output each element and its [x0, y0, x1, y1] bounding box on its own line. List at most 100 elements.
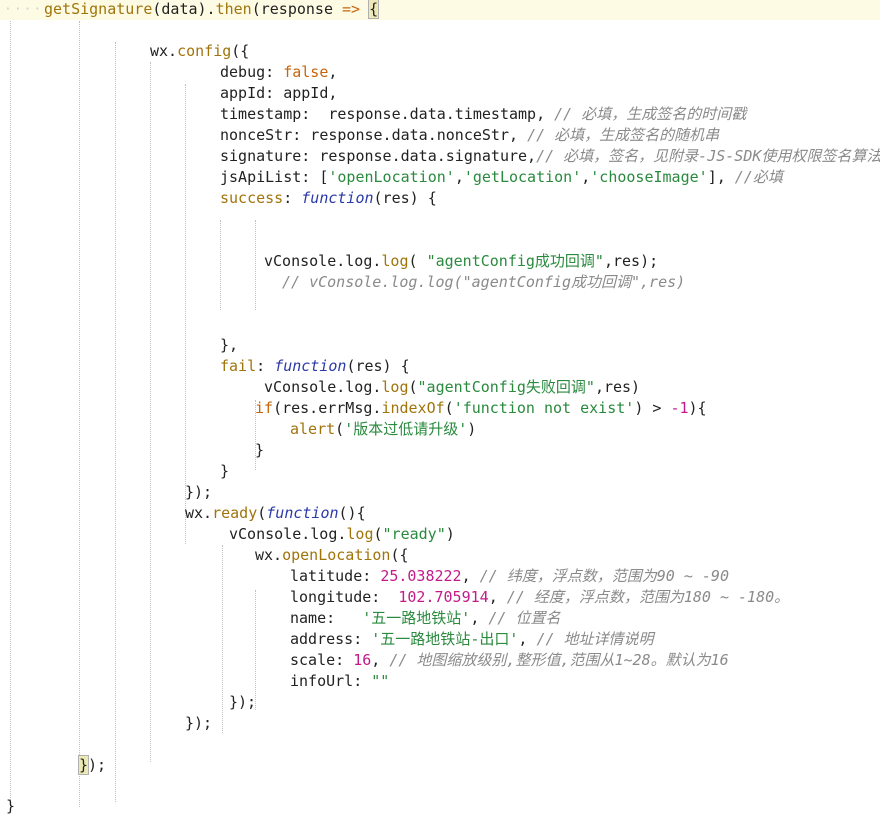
code-line[interactable]: scale: 16, // 地图缩放级别,整形值,范围从1~28。默认为16 [0, 650, 880, 671]
code-line[interactable]: } [0, 461, 880, 482]
code-token: vConsole.log. [264, 252, 382, 270]
code-text: name: '五一路地铁站', // 位置名 [290, 608, 560, 629]
code-token: : [371, 588, 399, 606]
comment-token: // 地图缩放级别,整形值,范围从1~28。默认为16 [389, 651, 729, 669]
code-line[interactable]: jsApiList: ['openLocation','getLocation'… [0, 167, 880, 188]
string-token: "" [371, 672, 390, 690]
code-token: ( [373, 525, 383, 543]
code-token: : [256, 357, 275, 375]
code-line[interactable]: } [0, 440, 880, 461]
code-token: }, [220, 336, 239, 354]
code-line[interactable]: wx.openLocation({ [0, 545, 880, 566]
code-token: wx. [150, 42, 178, 60]
code-line[interactable]: wx.ready(function(){ [0, 503, 880, 524]
code-text: }); [185, 713, 212, 734]
code-text: success: function(res) { [220, 188, 437, 209]
string-token: '五一路地铁站' [362, 609, 471, 627]
number-token: 102.705914 [398, 588, 489, 606]
comment-token: // 必填，生成签名的时间戳 [554, 105, 747, 123]
code-text: longitude: 102.705914, // 经度，浮点数，范围为180 … [290, 587, 789, 608]
code-line[interactable]: signature: response.data.signature,// 必填… [0, 146, 880, 167]
code-token: vConsole.log. [264, 378, 382, 396]
code-token: ({ [231, 42, 250, 60]
code-token: : response.data.nonceStr, [292, 126, 528, 144]
code-token: : [353, 672, 372, 690]
code-token: ); [88, 756, 107, 774]
code-line[interactable]: name: '五一路地铁站', // 位置名 [0, 608, 880, 629]
code-token: ( [335, 420, 345, 438]
code-token: name [290, 609, 327, 627]
code-line[interactable]: }); [0, 692, 880, 713]
code-token: indexOf [381, 399, 445, 417]
string-token: 'function not exist' [453, 399, 635, 417]
code-line[interactable]: address: '五一路地铁站-出口', // 地址详情说明 [0, 629, 880, 650]
code-line[interactable]: infoUrl: "" [0, 671, 880, 692]
code-token: debug [220, 63, 266, 81]
code-token: wx. [185, 504, 213, 522]
code-line[interactable]: }); [0, 482, 880, 503]
code-token: ( [257, 504, 267, 522]
code-line[interactable] [0, 230, 880, 251]
code-token: ,res) [594, 378, 641, 396]
code-line[interactable]: longitude: 102.705914, // 经度，浮点数，范围为180 … [0, 587, 880, 608]
code-line[interactable]: latitude: 25.038222, // 纬度，浮点数，范围为90 ~ -… [0, 566, 880, 587]
code-line[interactable]: debug: false, [0, 62, 880, 83]
code-token: log [381, 252, 409, 270]
code-token: if [255, 399, 274, 417]
code-line[interactable]: // vConsole.log.log("agentConfig成功回调",re… [0, 272, 880, 293]
code-token: (data). [152, 0, 216, 18]
code-token: jsApiList [220, 168, 302, 186]
code-text: nonceStr: response.data.nonceStr, // 必填，… [220, 125, 719, 146]
code-line[interactable] [0, 293, 880, 314]
code-text: }); [77, 755, 107, 776]
code-token: , [328, 63, 338, 81]
code-token: : [326, 609, 363, 627]
code-token: : [353, 630, 372, 648]
code-line[interactable]: nonceStr: response.data.nonceStr, // 必填，… [0, 125, 880, 146]
code-line[interactable]: ···· getSignature(data).then(response => … [0, 0, 880, 20]
code-token: }); [185, 714, 213, 732]
code-token: function [274, 357, 347, 375]
code-token: appId [220, 84, 266, 102]
code-token: (response [251, 0, 343, 18]
code-line[interactable]: }); [0, 713, 880, 734]
code-line[interactable]: vConsole.log.log( "agentConfig成功回调",res)… [0, 251, 880, 272]
code-token: } [255, 441, 265, 459]
code-line[interactable]: wx.config({ [0, 41, 880, 62]
code-text: vConsole.log.log("ready") [229, 524, 455, 545]
code-token: signature [220, 147, 302, 165]
code-token: timestamp [220, 105, 302, 123]
code-text: } [255, 440, 264, 461]
code-editor[interactable]: ···· getSignature(data).then(response => … [0, 0, 880, 808]
code-line[interactable]: timestamp: response.data.timestamp, // 必… [0, 104, 880, 125]
code-line[interactable] [0, 20, 880, 41]
code-text: infoUrl: "" [290, 671, 389, 692]
code-token: , [461, 567, 480, 585]
code-line[interactable]: fail: function(res) { [0, 356, 880, 377]
code-token: , [518, 630, 537, 648]
code-text: vConsole.log.log( "agentConfig成功回调",res)… [264, 251, 658, 272]
code-line[interactable]: vConsole.log.log("agentConfig失败回调",res) [0, 377, 880, 398]
code-line[interactable]: success: function(res) { [0, 188, 880, 209]
code-line[interactable] [0, 209, 880, 230]
code-line[interactable]: }, [0, 335, 880, 356]
code-line[interactable]: alert('版本过低请升级') [0, 419, 880, 440]
code-line[interactable]: }); [0, 755, 880, 776]
code-token: openLocation [282, 546, 391, 564]
code-text: wx.ready(function(){ [185, 503, 366, 524]
code-token: ( [408, 252, 427, 270]
code-text: } [220, 461, 229, 482]
code-line[interactable] [0, 734, 880, 755]
code-line[interactable] [0, 314, 880, 335]
code-line[interactable]: if(res.errMsg.indexOf('function not exis… [0, 398, 880, 419]
code-text: // vConsole.log.log("agentConfig成功回调",re… [282, 272, 685, 293]
code-text: jsApiList: ['openLocation','getLocation'… [220, 167, 783, 188]
string-token: "agentConfig失败回调" [417, 378, 595, 396]
code-line[interactable]: vConsole.log.log("ready") [0, 524, 880, 545]
code-token: (res) { [373, 189, 437, 207]
comment-token: //必填 [734, 168, 783, 186]
code-line[interactable]: appId: appId, [0, 83, 880, 104]
code-token: : [362, 567, 381, 585]
code-text: fail: function(res) { [220, 356, 410, 377]
